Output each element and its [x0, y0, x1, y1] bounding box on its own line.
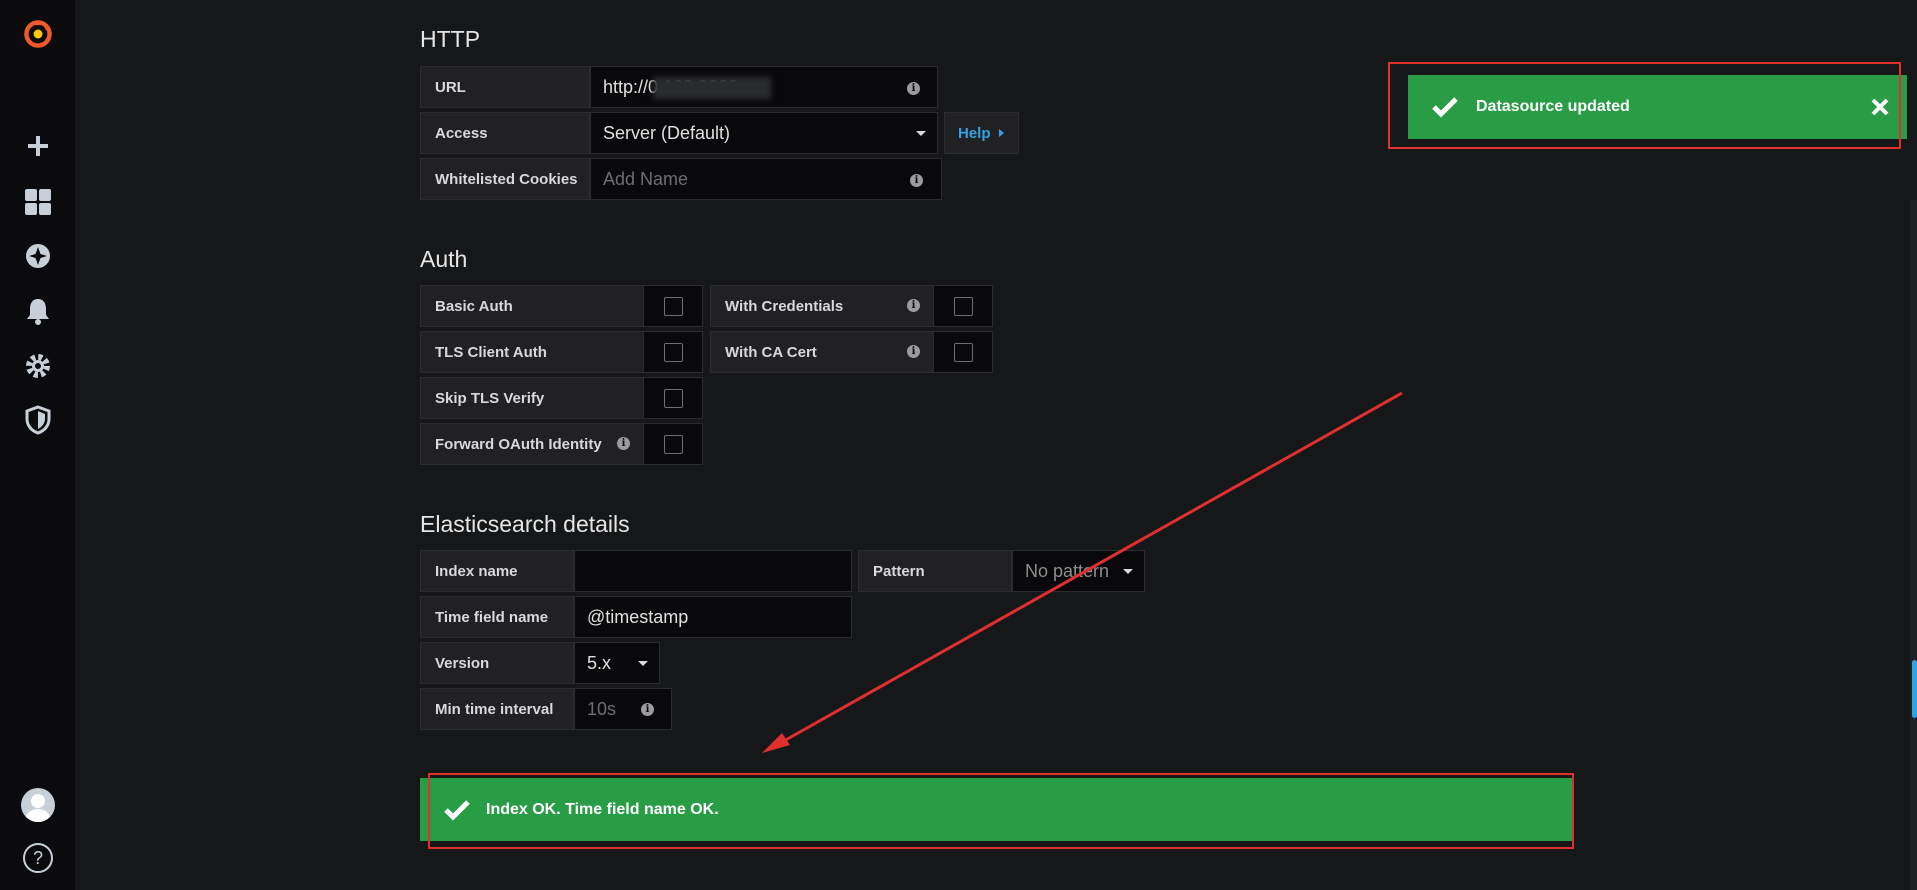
page-scrollbar[interactable]: [1910, 200, 1917, 890]
basic-auth-checkbox[interactable]: [663, 296, 683, 316]
forward-oauth-info-icon[interactable]: i: [617, 437, 630, 450]
index-name-label: Index name: [420, 550, 574, 592]
with-ca-cert-checkbox[interactable]: [953, 342, 973, 362]
with-credentials-info-icon[interactable]: i: [907, 299, 920, 312]
version-value: 5.x: [587, 652, 612, 673]
basic-auth-checkbox-cell: [643, 285, 703, 327]
caret-right-icon: [998, 129, 1004, 137]
pattern-value: No pattern: [1025, 560, 1110, 581]
cookies-info-icon[interactable]: i: [910, 174, 923, 187]
version-label: Version: [420, 642, 574, 684]
whitelisted-cookies-label: Whitelisted Cookies: [420, 158, 590, 200]
auth-section-title: Auth: [420, 246, 468, 272]
access-caret-icon: [916, 131, 926, 136]
forward-oauth-checkbox[interactable]: [663, 434, 683, 454]
with-ca-cert-label: With CA Cert: [710, 331, 934, 373]
access-label: Access: [420, 112, 590, 154]
time-field-input[interactable]: @timestamp: [574, 596, 852, 638]
url-info-icon[interactable]: i: [907, 82, 920, 95]
tls-client-auth-checkbox-cell: [643, 331, 703, 373]
index-name-input[interactable]: [574, 550, 852, 592]
elasticsearch-section-title: Elasticsearch details: [420, 511, 630, 537]
basic-auth-label: Basic Auth: [420, 285, 644, 327]
cookies-placeholder: Add Name: [603, 168, 689, 189]
pattern-caret-icon: [1123, 569, 1133, 574]
access-select[interactable]: Server (Default): [590, 112, 938, 154]
url-label: URL: [420, 66, 590, 108]
scrollbar-thumb[interactable]: [1912, 660, 1917, 718]
help-label: Help: [958, 124, 991, 142]
pattern-label: Pattern: [858, 550, 1012, 592]
version-caret-icon: [638, 661, 648, 666]
blurred-redaction: [653, 77, 771, 99]
annotation-box-alert: [428, 773, 1574, 849]
access-value: Server (Default): [603, 122, 731, 143]
min-interval-input[interactable]: 10s: [574, 688, 672, 730]
with-credentials-checkbox-cell: [933, 285, 993, 327]
http-section-title: HTTP: [420, 26, 481, 52]
annotation-box-toast: [1388, 62, 1901, 149]
with-ca-cert-info-icon[interactable]: i: [907, 345, 920, 358]
with-credentials-label: With Credentials: [710, 285, 934, 327]
url-input[interactable]: http://0 168:9200: [590, 66, 938, 108]
time-field-label: Time field name: [420, 596, 574, 638]
with-credentials-checkbox[interactable]: [953, 296, 973, 316]
skip-tls-verify-label: Skip TLS Verify: [420, 377, 644, 419]
time-field-value: @timestamp: [587, 606, 689, 627]
whitelisted-cookies-input[interactable]: Add Name: [590, 158, 942, 200]
forward-oauth-checkbox-cell: [643, 423, 703, 465]
datasource-settings: HTTP URL http://0 168:9200 i Access Serv…: [0, 0, 1917, 890]
forward-oauth-label: Forward OAuth Identity: [420, 423, 644, 465]
min-interval-info-icon[interactable]: i: [641, 703, 654, 716]
with-ca-cert-checkbox-cell: [933, 331, 993, 373]
min-interval-placeholder: 10s: [587, 698, 617, 719]
skip-tls-verify-checkbox[interactable]: [663, 388, 683, 408]
help-button[interactable]: Help: [944, 112, 1019, 154]
tls-client-auth-checkbox[interactable]: [663, 342, 683, 362]
tls-client-auth-label: TLS Client Auth: [420, 331, 644, 373]
min-interval-label: Min time interval: [420, 688, 574, 730]
skip-tls-verify-checkbox-cell: [643, 377, 703, 419]
